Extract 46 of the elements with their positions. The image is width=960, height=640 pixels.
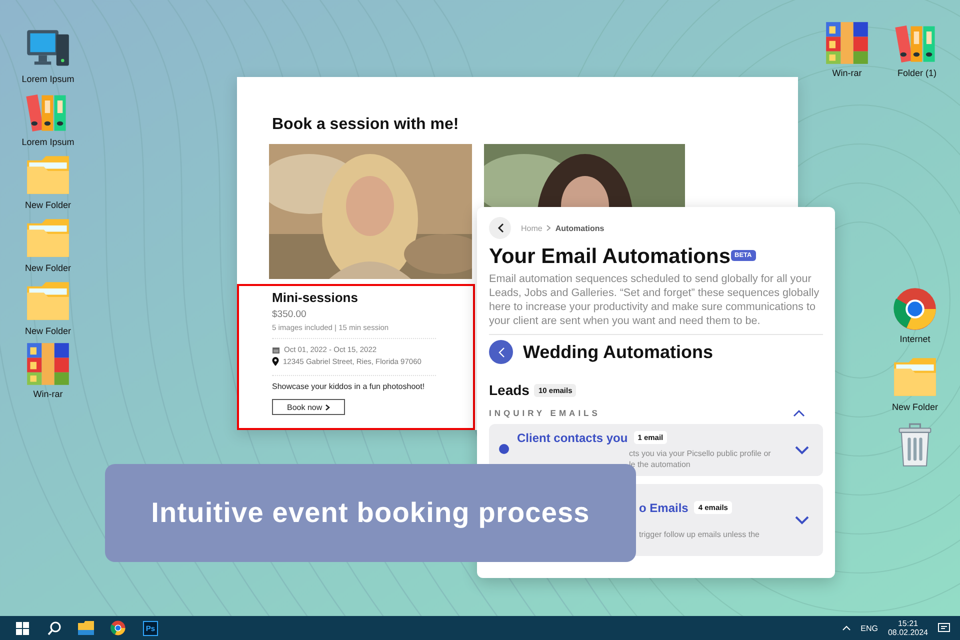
icon-label[interactable]: New Folder	[892, 402, 938, 412]
book-now-button[interactable]: Book now	[272, 399, 346, 415]
chevron-icon	[325, 404, 330, 410]
browser-icon	[892, 286, 938, 332]
page-description: Email automation sequences scheduled to send globally for all your Leads, Jobs and Galleries. “Set and forget” these sequences globally here to increase your productivity and make sure communications to your client are sent when you want and need them to be.	[489, 272, 820, 328]
automation-title: o Emails	[639, 500, 688, 514]
icon-label[interactable]: New Folder	[24, 326, 71, 336]
chevron-down-icon[interactable]	[795, 516, 809, 524]
automation-description: trigger follow up emails unless the	[639, 528, 761, 540]
language-indicator[interactable]: ENG	[860, 624, 878, 632]
archive-icon	[25, 341, 71, 387]
notification-icon[interactable]	[938, 622, 950, 634]
icon-label[interactable]: New Folder	[24, 200, 71, 210]
browser-icon	[110, 620, 126, 636]
search-icon	[46, 620, 62, 636]
folder-icon	[78, 621, 94, 635]
group-title: Leads	[489, 382, 530, 398]
icon-label[interactable]: Folder (1)	[897, 68, 936, 78]
chevron-down-icon[interactable]	[795, 446, 809, 454]
icon-label[interactable]: Win-rar	[33, 389, 63, 399]
icon-label[interactable]: Win-rar	[832, 68, 862, 78]
clock-date[interactable]: 08.02.2024	[888, 628, 928, 637]
location-pin-icon	[272, 357, 279, 366]
chevron-icon	[546, 225, 552, 231]
automation-description: cts you via your Picsello public profile or	[628, 448, 772, 458]
category-label: INQUIRY EMAILS	[489, 408, 600, 418]
automation-title: Client contacts you	[517, 430, 628, 444]
status-dot	[499, 444, 509, 454]
session-price: $350.00	[272, 309, 306, 320]
clock-time[interactable]: 15:21	[898, 619, 918, 628]
session-title: Mini-sessions	[272, 290, 358, 305]
windows-icon	[16, 622, 28, 634]
back-button[interactable]	[489, 217, 511, 239]
page-title: Book a session with me!	[272, 116, 460, 134]
archive-icon	[824, 20, 870, 66]
icon-label[interactable]: Internet	[900, 334, 930, 344]
caret-up-icon[interactable]	[842, 625, 851, 631]
session-description: Showcase your kiddos in a fun photoshoot!	[272, 382, 425, 391]
calendar-icon	[272, 346, 280, 354]
page-title: Your Email Automations	[489, 245, 731, 269]
section-title: Wedding Automations	[523, 342, 713, 362]
chevron-up-icon[interactable]	[793, 409, 805, 417]
icon-label[interactable]: New Folder	[24, 263, 71, 273]
icon-label[interactable]: Lorem Ipsum	[22, 137, 74, 147]
breadcrumb-link[interactable]: Automations	[555, 224, 604, 232]
icon-label[interactable]: Lorem Ipsum	[22, 74, 74, 84]
